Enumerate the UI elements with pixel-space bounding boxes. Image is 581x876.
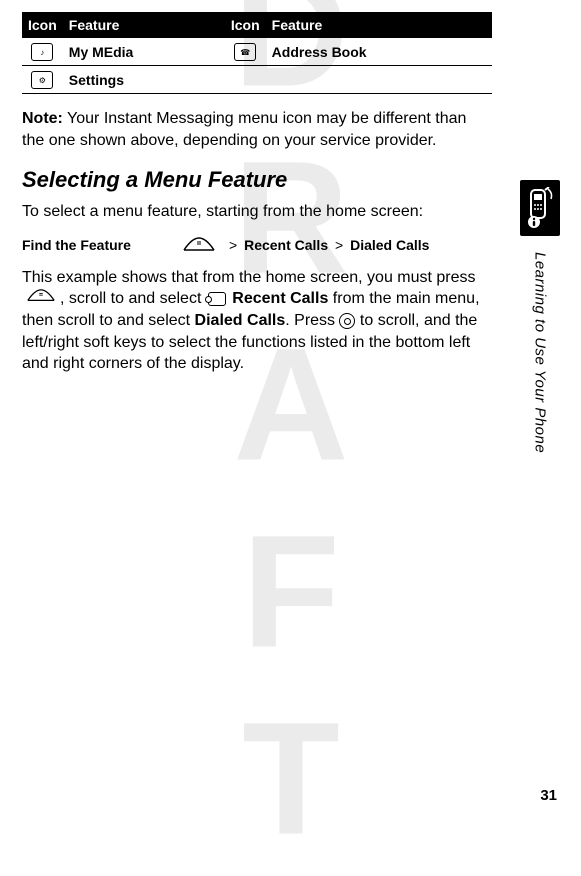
phone-info-icon [520,180,560,236]
section-heading: Selecting a Menu Feature [22,167,492,193]
body-dialed: Dialed Calls [195,312,286,329]
page-number: 31 [540,787,557,804]
note-paragraph: Note: Your Instant Messaging menu icon m… [22,108,492,151]
body-t4: . Press [285,312,339,329]
address-book-icon: ☎ [225,38,266,66]
th-feature-1: Feature [63,13,225,38]
section-title-vertical: Learning to Use Your Phone [532,252,549,453]
note-label: Note: [22,110,63,127]
table-row: ⚙ Settings [22,66,492,94]
cell-settings: Settings [63,66,225,94]
body-paragraph: This example shows that from the home sc… [22,267,492,375]
intro-paragraph: To select a menu feature, starting from … [22,201,492,223]
body-t1: This example shows that from the home sc… [22,269,476,286]
side-tab: Learning to Use Your Phone [517,180,563,453]
settings-icon: ⚙ [22,66,63,94]
table-header-row: Icon Feature Icon Feature [22,13,492,38]
menu-key-icon [24,288,58,310]
crumb-dialed-calls: Dialed Calls [350,237,429,253]
note-text: Your Instant Messaging menu icon may be … [22,110,466,149]
body-recent: Recent Calls [232,290,328,307]
page-content: Icon Feature Icon Feature ♪ My MEdia ☎ A… [0,0,581,816]
th-feature-2: Feature [266,13,492,38]
empty-cell [266,66,492,94]
nav-key-icon [339,313,355,329]
cell-my-media: My MEdia [63,38,225,66]
table-row: ♪ My MEdia ☎ Address Book [22,38,492,66]
icon-feature-table: Icon Feature Icon Feature ♪ My MEdia ☎ A… [22,12,492,94]
my-media-icon: ♪ [22,38,63,66]
th-icon-2: Icon [225,13,266,38]
cell-address-book: Address Book [266,38,492,66]
th-icon-1: Icon [22,13,63,38]
find-feature-row: Find the Feature > Recent Calls > Dialed… [22,237,492,253]
crumb-recent-calls: Recent Calls [244,237,328,253]
menu-key-icon [182,237,216,253]
body-t2: , scroll to and select [60,290,206,307]
recent-calls-icon [208,292,226,306]
empty-icon [225,66,266,94]
breadcrumb: > Recent Calls > Dialed Calls [226,237,429,253]
find-label: Find the Feature [22,237,172,253]
